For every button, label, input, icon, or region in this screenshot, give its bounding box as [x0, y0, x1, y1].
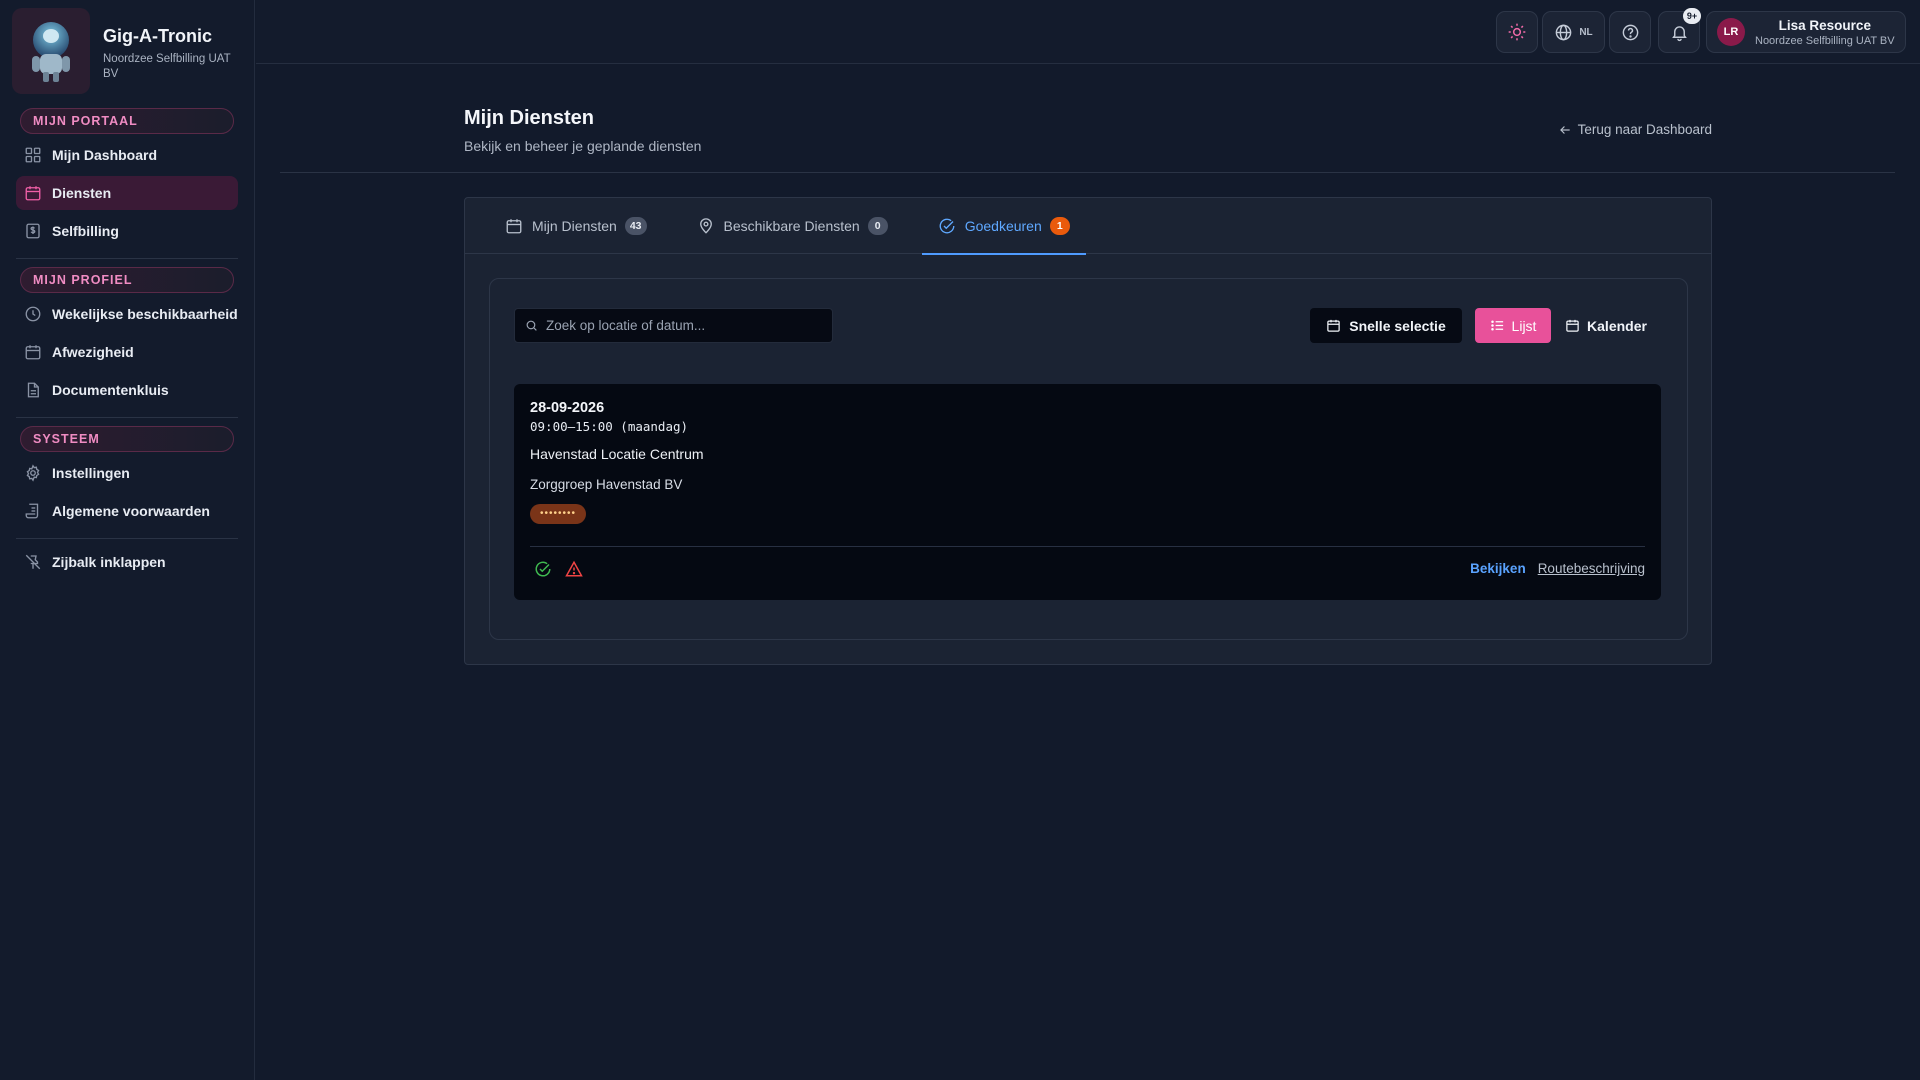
- sidebar-item-wekelijkse-beschikbaarheid[interactable]: Wekelijkse beschikbaarheid: [16, 297, 238, 331]
- sidebar-divider: [16, 417, 238, 418]
- shift-status-badge: ••••••••: [530, 504, 587, 524]
- pin-off-icon: [25, 554, 41, 570]
- header-divider: [280, 172, 1895, 173]
- approve-check-icon[interactable]: [534, 560, 552, 578]
- calendar-icon: [1327, 319, 1340, 332]
- calendar-view-label: Kalender: [1587, 317, 1647, 334]
- sidebar-item-afwezigheid[interactable]: Afwezigheid: [16, 335, 238, 369]
- view-shift-link[interactable]: Bekijken: [1470, 561, 1526, 576]
- tab-label: Goedkeuren: [964, 218, 1042, 234]
- shift-time: 09:00–15:00 (maandag): [530, 419, 689, 434]
- list-view-label: Lijst: [1511, 317, 1537, 334]
- sidebar-item-label: Afwezigheid: [52, 344, 134, 360]
- user-org: Noordzee Selfbilling UAT BV: [1755, 34, 1895, 47]
- user-name: Lisa Resource: [1778, 17, 1871, 33]
- collapse-sidebar-button[interactable]: Zijbalk inklappen: [16, 545, 238, 579]
- tab-label: Mijn Diensten: [532, 218, 617, 234]
- section-mijn-portaal: MIJN PORTAAL: [20, 108, 234, 134]
- sidebar-divider: [16, 258, 238, 259]
- language-button[interactable]: NL: [1542, 11, 1605, 53]
- shift-date: 28-09-2026: [530, 400, 605, 416]
- sun-icon: [1508, 23, 1526, 41]
- document-icon: [27, 382, 39, 398]
- warning-icon[interactable]: [565, 560, 583, 578]
- globe-icon: [1555, 24, 1572, 40]
- sidebar-item-selfbilling[interactable]: Selfbilling: [16, 214, 238, 248]
- search-input[interactable]: [546, 318, 816, 333]
- quick-select-button[interactable]: Snelle selectie: [1310, 308, 1462, 343]
- shifts-panel: Mijn Diensten 43 Beschikbare Diensten 0 …: [464, 197, 1712, 665]
- brand: Gig-A-Tronic Noordzee Selfbilling UAT BV: [0, 0, 254, 100]
- calendar-icon: [506, 219, 522, 234]
- sidebar-item-label: Documentenkluis: [52, 382, 169, 398]
- shift-client: Zorggroep Havenstad BV: [530, 477, 683, 492]
- tab-beschikbare-diensten[interactable]: Beschikbare Diensten 0: [681, 198, 904, 254]
- shift-list-container: Snelle selectie Lijst Kalender 28-09-202…: [489, 278, 1688, 640]
- arrow-left-icon: [1559, 125, 1570, 134]
- route-directions-link[interactable]: Routebeschrijving: [1538, 561, 1645, 576]
- section-mijn-profiel: MIJN PROFIEL: [20, 267, 234, 293]
- terms-icon: [25, 503, 39, 519]
- help-icon: [1622, 24, 1638, 40]
- notifications-badge: 9+: [1683, 8, 1701, 24]
- sidebar-item-label: Wekelijkse beschikbaarheid: [52, 306, 238, 322]
- sidebar-item-label: Instellingen: [52, 465, 130, 481]
- page-title: Mijn Diensten: [464, 107, 595, 129]
- list-view-button[interactable]: Lijst: [1475, 308, 1551, 343]
- theme-toggle-button[interactable]: [1496, 11, 1538, 53]
- tab-count-badge: 1: [1049, 217, 1070, 235]
- section-systeem: SYSTEEM: [20, 426, 234, 452]
- sidebar-item-algemene-voorwaarden[interactable]: Algemene voorwaarden: [16, 494, 238, 528]
- tab-mijn-diensten[interactable]: Mijn Diensten 43: [489, 198, 663, 254]
- app-org: Noordzee Selfbilling UAT BV: [103, 53, 231, 80]
- calendar-icon: [1566, 319, 1579, 332]
- help-button[interactable]: [1609, 11, 1651, 53]
- tab-bar: Mijn Diensten 43 Beschikbare Diensten 0 …: [465, 198, 1711, 255]
- map-pin-icon: [699, 218, 712, 234]
- invoice-icon: [26, 223, 40, 239]
- search-icon: [526, 320, 537, 331]
- language-label: NL: [1579, 26, 1593, 38]
- app-logo[interactable]: [12, 8, 90, 94]
- card-divider: [530, 546, 1645, 547]
- calendar-icon: [25, 186, 41, 201]
- sidebar-divider: [16, 538, 238, 539]
- app-name: Gig-A-Tronic: [103, 26, 212, 46]
- calendar-view-button[interactable]: Kalender: [1561, 308, 1651, 343]
- collapse-sidebar-label: Zijbalk inklappen: [52, 554, 166, 570]
- sidebar-item-label: Algemene voorwaarden: [52, 503, 210, 519]
- user-menu-button[interactable]: LR Lisa Resource Noordzee Selfbilling UA…: [1706, 11, 1906, 53]
- sidebar-item-label: Mijn Dashboard: [52, 147, 158, 163]
- top-bar: NL 9+ LR Lisa Resource Noordzee Selfbill…: [256, 0, 1920, 64]
- sidebar-item-instellingen[interactable]: Instellingen: [16, 456, 238, 490]
- quick-select-label: Snelle selectie: [1349, 317, 1446, 334]
- tab-label: Beschikbare Diensten: [723, 218, 860, 234]
- calendar-icon: [25, 345, 41, 360]
- back-to-dashboard-link[interactable]: Terug naar Dashboard: [1558, 122, 1712, 137]
- sidebar-item-diensten[interactable]: Diensten: [16, 176, 238, 210]
- sidebar-item-documentenkluis[interactable]: Documentenkluis: [16, 373, 238, 407]
- back-link-label: Terug naar Dashboard: [1577, 122, 1712, 137]
- list-icon: [1490, 320, 1503, 331]
- shift-location: Havenstad Locatie Centrum: [530, 446, 704, 462]
- tab-goedkeuren[interactable]: Goedkeuren 1: [921, 198, 1086, 255]
- page-subtitle: Bekijk en beheer je geplande diensten: [464, 138, 702, 154]
- notifications-button[interactable]: 9+: [1658, 8, 1701, 53]
- sidebar-item-label: Selfbilling: [52, 223, 119, 239]
- sidebar-item-label: Diensten: [52, 185, 112, 201]
- check-circle-icon: [939, 218, 955, 234]
- clock-icon: [25, 306, 41, 322]
- search-box[interactable]: [514, 308, 833, 343]
- gear-icon: [26, 464, 40, 482]
- sidebar: Gig-A-Tronic Noordzee Selfbilling UAT BV…: [0, 0, 255, 1080]
- sidebar-item-mijn-dashboard[interactable]: Mijn Dashboard: [16, 138, 238, 172]
- tab-count-badge: 43: [624, 217, 647, 235]
- bell-icon: [1671, 25, 1687, 41]
- dashboard-icon: [25, 147, 41, 163]
- avatar: LR: [1717, 18, 1745, 46]
- shift-card[interactable]: 28-09-2026 09:00–15:00 (maandag) Havenst…: [514, 384, 1661, 600]
- tab-count-badge: 0: [867, 217, 888, 235]
